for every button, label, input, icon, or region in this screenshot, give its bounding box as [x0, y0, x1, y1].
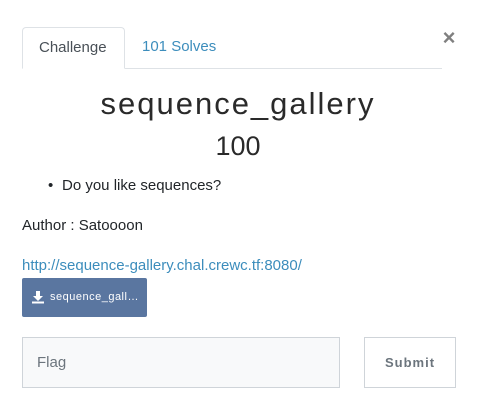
tab-bar: Challenge 101 Solves: [22, 27, 442, 69]
bullet-icon: •: [48, 177, 54, 194]
author-text: Author : Satoooon: [22, 217, 143, 234]
description-item: • Do you like sequences?: [48, 176, 221, 196]
close-icon[interactable]: ×: [443, 25, 456, 50]
submit-button[interactable]: Submit: [364, 337, 456, 388]
challenge-link[interactable]: http://sequence-gallery.chal.crewc.tf:80…: [22, 256, 302, 276]
challenge-title: sequence_gallery: [100, 86, 376, 121]
flag-input[interactable]: [22, 337, 340, 388]
download-icon: [32, 291, 44, 304]
tab-challenge[interactable]: Challenge: [22, 27, 125, 69]
close-button[interactable]: ×: [440, 27, 458, 49]
file-name-label: sequence_gallery.tar.gz: [50, 291, 140, 303]
tab-solves[interactable]: 101 Solves: [126, 27, 232, 68]
challenge-modal: × Challenge 101 Solves sequence_gallery …: [0, 0, 482, 416]
file-download-button[interactable]: sequence_gallery.tar.gz: [22, 278, 147, 317]
challenge-points: 100: [215, 131, 261, 161]
description-text: Do you like sequences?: [62, 177, 222, 194]
description-list: • Do you like sequences?: [48, 176, 221, 196]
